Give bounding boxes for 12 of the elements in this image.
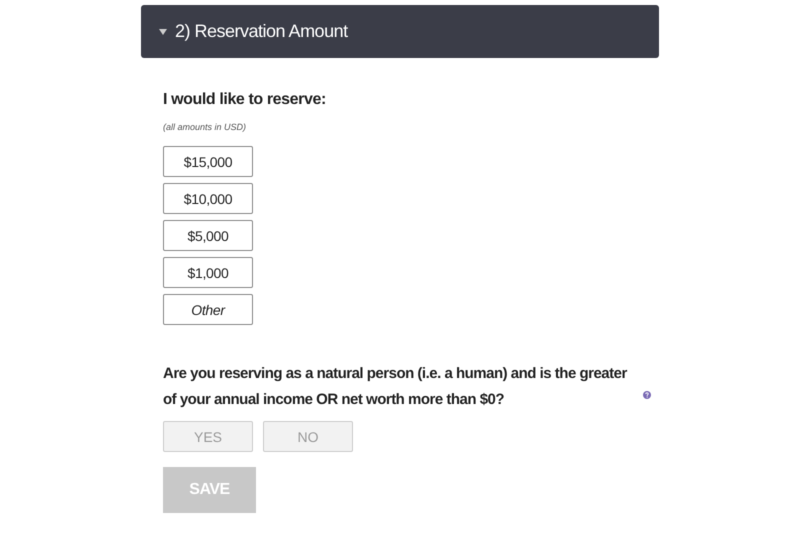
amount-button[interactable]: $10,000 [163, 183, 253, 214]
section-title: 2) Reservation Amount [175, 21, 348, 42]
help-icon[interactable] [643, 391, 651, 399]
amount-button[interactable]: $15,000 [163, 146, 253, 177]
amount-button[interactable]: $1,000 [163, 257, 253, 288]
question-text: Are you reserving as a natural person (i.e. a human) and is the greater of your annual income OR net worth more than $0? [163, 364, 628, 410]
amount-note: (all amounts in USD) [163, 122, 248, 132]
section-header[interactable]: 2) Reservation Amount [141, 5, 659, 58]
amount-prompt: I would like to reserve: [163, 91, 327, 109]
other-amount-button[interactable]: Other [163, 294, 253, 325]
amount-button[interactable]: $5,000 [163, 220, 253, 251]
caret-icon [159, 28, 167, 34]
